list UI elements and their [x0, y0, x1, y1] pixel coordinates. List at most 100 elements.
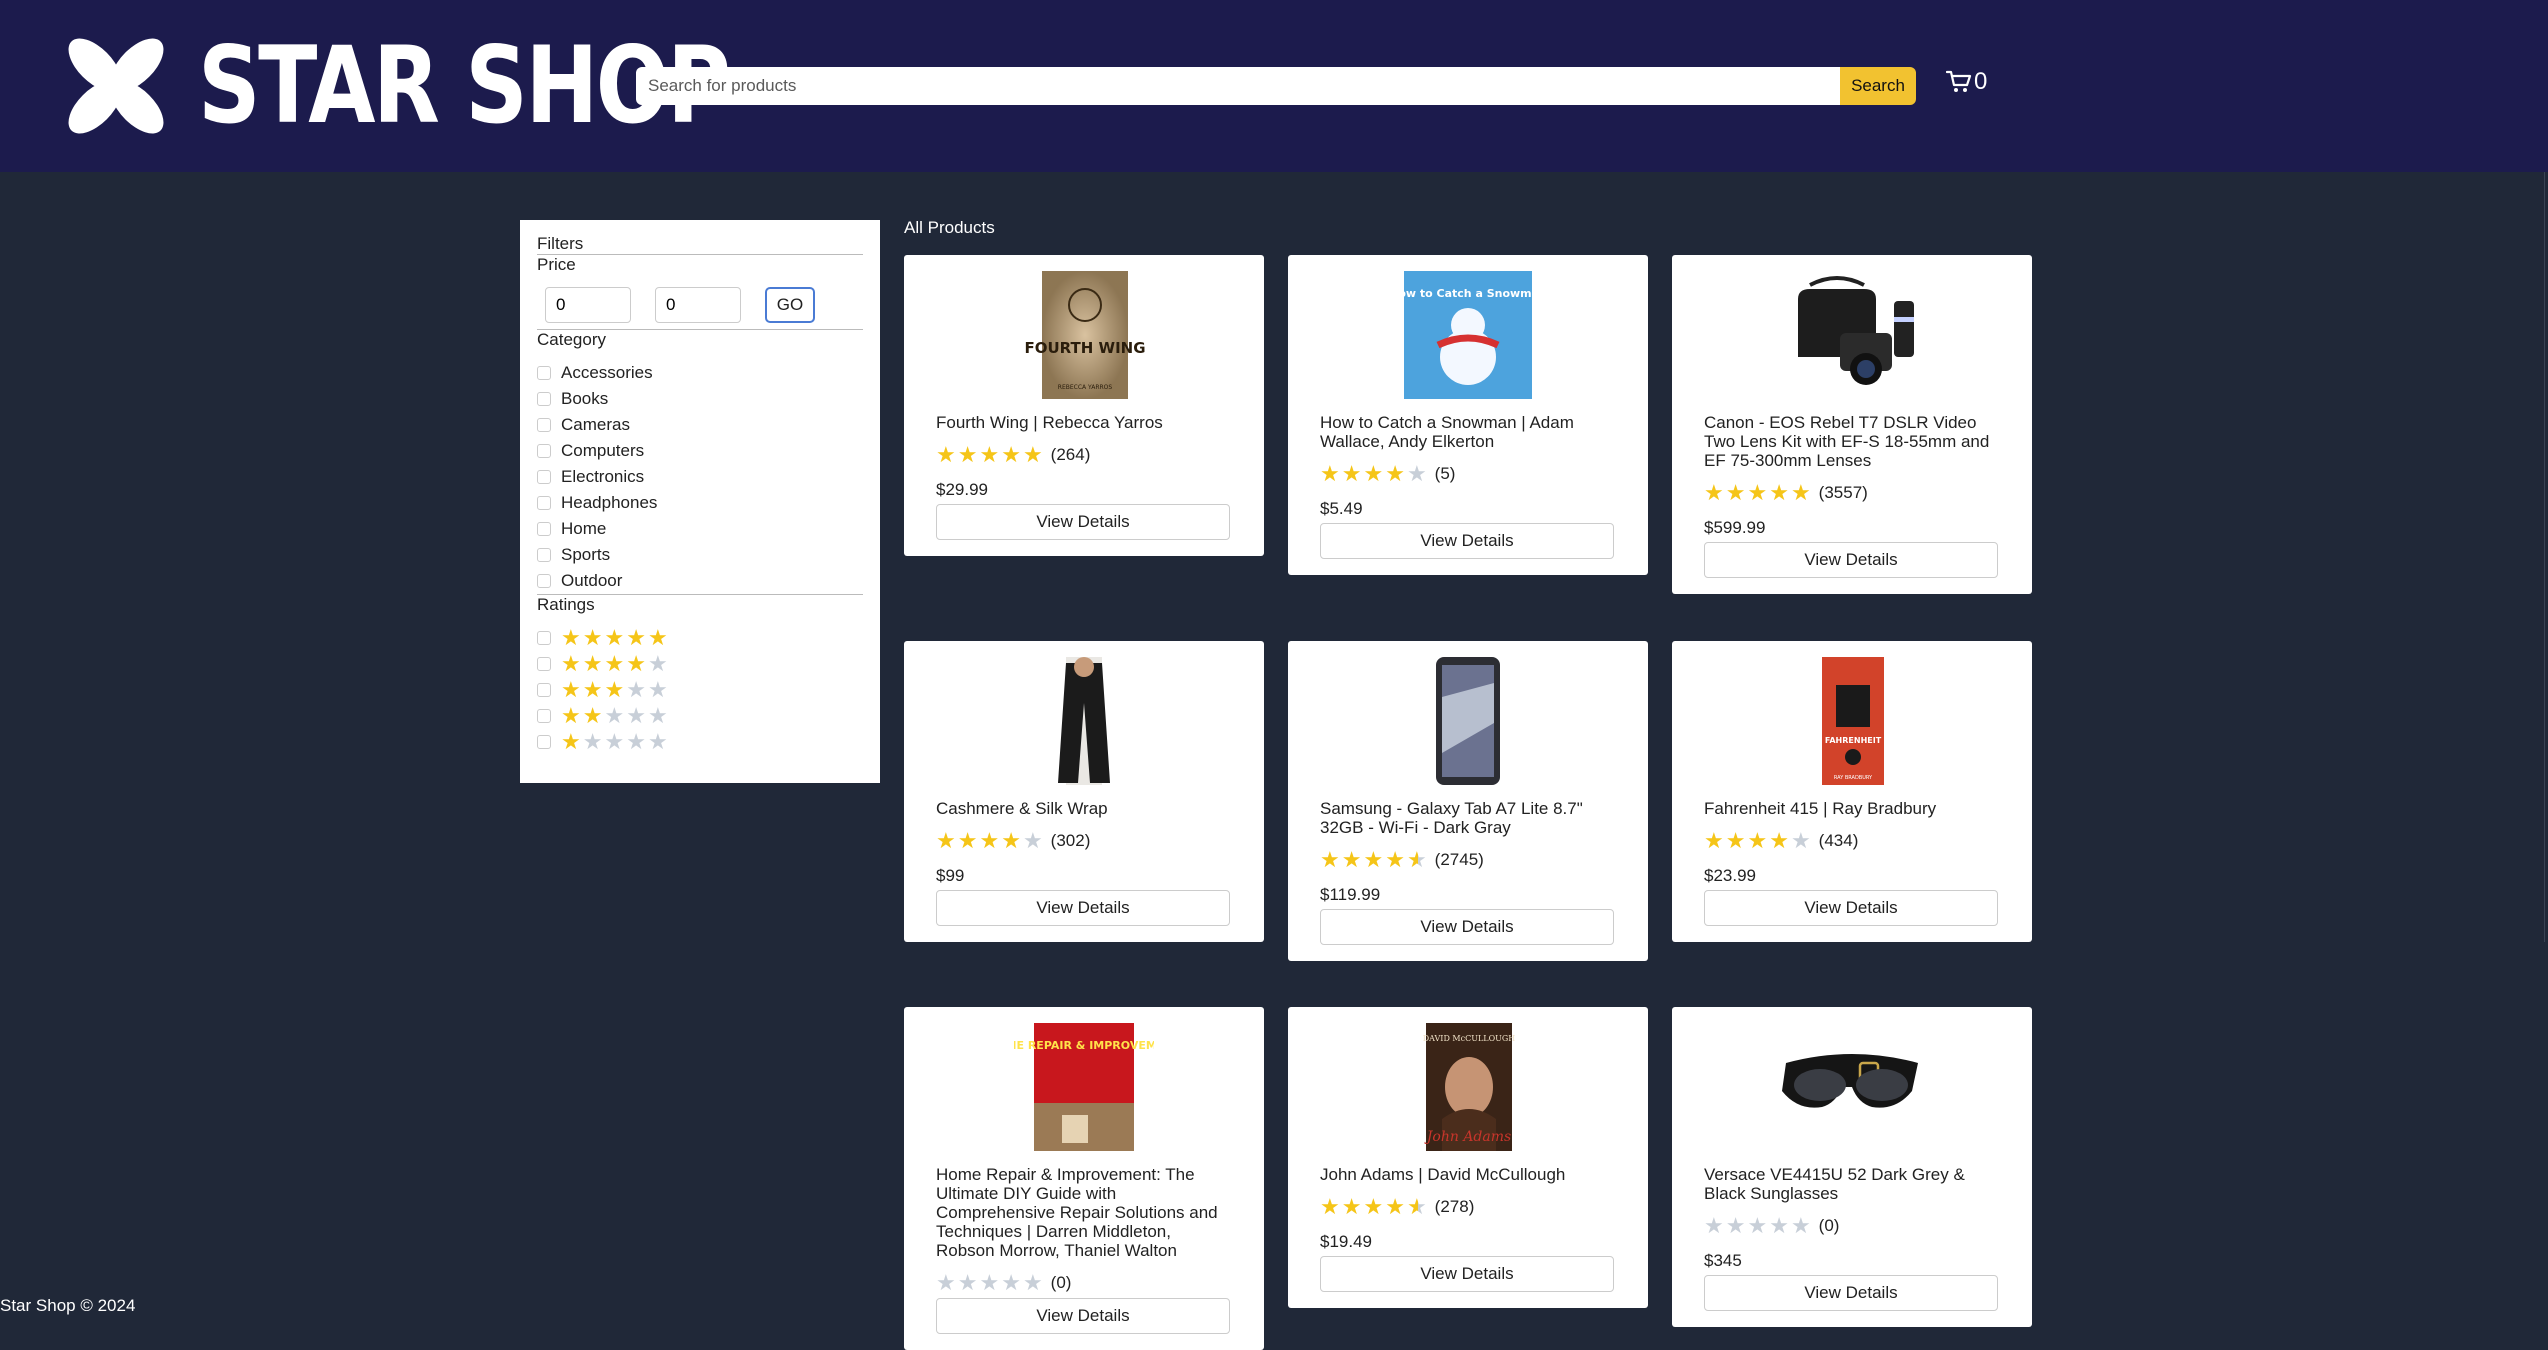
star-filled-icon: ★	[582, 677, 605, 702]
product-image[interactable]	[1782, 1023, 1922, 1151]
star-filled-icon: ★	[1769, 828, 1791, 853]
star-flower-logo-icon	[68, 38, 164, 134]
product-image[interactable]: FOURTH WING REBECCA YARROS	[1014, 271, 1154, 399]
product-name[interactable]: Fahrenheit 415 | Ray Bradbury	[1704, 799, 2000, 818]
product-card[interactable]: Samsung - Galaxy Tab A7 Lite 8.7" 32GB -…	[1288, 641, 1648, 961]
star-filled-icon: ★	[1747, 828, 1770, 853]
star-empty-icon: ★	[1790, 1213, 1813, 1238]
category-label: Category	[537, 330, 606, 349]
category-option[interactable]: Home	[537, 516, 863, 542]
product-rating: ★★★★★ (0)	[1704, 1215, 2000, 1237]
cart-button[interactable]: 0	[1946, 68, 1987, 96]
product-image[interactable]	[1014, 657, 1154, 785]
star-filled-icon: ★	[1001, 442, 1023, 467]
review-count: (278)	[1434, 1197, 1475, 1216]
product-image[interactable]: DAVID McCULLOUGH John Adams	[1398, 1023, 1538, 1151]
rating-option[interactable]: ★★★★★	[537, 677, 863, 703]
product-image[interactable]: HOME REPAIR & IMPROVEMENT	[1014, 1023, 1154, 1151]
checkbox[interactable]	[537, 735, 551, 749]
category-option[interactable]: Cameras	[537, 412, 863, 438]
price-max-input[interactable]	[655, 287, 741, 323]
checkbox[interactable]	[537, 470, 551, 484]
category-option[interactable]: Headphones	[537, 490, 863, 516]
cover-title-text: HOME REPAIR & IMPROVEMENT	[1014, 1039, 1154, 1052]
price-min-input[interactable]	[545, 287, 631, 323]
star-empty-icon: ★	[604, 703, 627, 728]
star-rating: ★★★★★	[561, 705, 670, 727]
checkbox[interactable]	[537, 392, 551, 406]
star-filled-icon: ★	[1341, 847, 1364, 872]
product-name[interactable]: John Adams | David McCullough	[1320, 1165, 1616, 1184]
category-option[interactable]: Electronics	[537, 464, 863, 490]
star-filled-icon: ★	[1341, 1194, 1364, 1219]
product-card[interactable]: Canon - EOS Rebel T7 DSLR Video Two Lens…	[1672, 255, 2032, 594]
product-card[interactable]: FOURTH WING REBECCA YARROS Fourth Wing | R…	[904, 255, 1264, 556]
product-image[interactable]	[1398, 657, 1538, 785]
product-card[interactable]: How to Catch a Snowman How to Catch a Sno…	[1288, 255, 1648, 575]
product-name[interactable]: Canon - EOS Rebel T7 DSLR Video Two Lens…	[1704, 413, 2000, 470]
category-option[interactable]: Computers	[537, 438, 863, 464]
category-option[interactable]: Outdoor	[537, 568, 863, 594]
product-card[interactable]: DAVID McCULLOUGH John Adams John Adams | D…	[1288, 1007, 1648, 1308]
view-details-button[interactable]: View Details	[936, 1298, 1230, 1334]
product-price: $119.99	[1320, 885, 1381, 904]
view-details-button[interactable]: View Details	[1320, 909, 1614, 945]
star-empty-icon: ★	[1022, 1270, 1045, 1295]
view-details-button[interactable]: View Details	[1320, 523, 1614, 559]
rating-option[interactable]: ★★★★★	[537, 729, 863, 755]
product-name[interactable]: Fourth Wing | Rebecca Yarros	[936, 413, 1232, 432]
category-option[interactable]: Sports	[537, 542, 863, 568]
view-details-button[interactable]: View Details	[1320, 1256, 1614, 1292]
star-filled-icon: ★	[1769, 480, 1791, 505]
review-count: (0)	[1818, 1216, 1840, 1235]
review-count: (264)	[1050, 445, 1091, 464]
checkbox[interactable]	[537, 574, 551, 588]
product-card[interactable]: HOME REPAIR & IMPROVEMENT Home Repair & I…	[904, 1007, 1264, 1350]
star-filled-icon: ★	[1341, 461, 1364, 486]
view-details-button[interactable]: View Details	[1704, 890, 1998, 926]
rating-option[interactable]: ★★★★★	[537, 625, 863, 651]
product-name[interactable]: Home Repair & Improvement: The Ultimate …	[936, 1165, 1232, 1260]
star-filled-icon: ★	[1385, 461, 1407, 486]
product-rating: ★★★★★ (5)	[1320, 463, 1616, 485]
rating-option[interactable]: ★★★★★	[537, 703, 863, 729]
product-name[interactable]: How to Catch a Snowman | Adam Wallace, A…	[1320, 413, 1616, 451]
checkbox[interactable]	[537, 683, 551, 697]
view-details-button[interactable]: View Details	[936, 504, 1230, 540]
checkbox[interactable]	[537, 496, 551, 510]
star-filled-icon: ★	[1363, 847, 1386, 872]
view-details-button[interactable]: View Details	[1704, 1275, 1998, 1311]
category-option[interactable]: Accessories	[537, 360, 863, 386]
rating-option[interactable]: ★★★★★	[537, 651, 863, 677]
checkbox[interactable]	[537, 522, 551, 536]
star-filled-icon: ★	[1001, 828, 1023, 853]
category-option[interactable]: Books	[537, 386, 863, 412]
product-image[interactable]: FAHRENHEIT RAY BRADBURY	[1782, 657, 1922, 785]
checkbox[interactable]	[537, 444, 551, 458]
filters-title: Filters	[537, 234, 584, 253]
product-image[interactable]: How to Catch a Snowman	[1398, 271, 1538, 399]
checkbox[interactable]	[537, 418, 551, 432]
product-name[interactable]: Cashmere & Silk Wrap	[936, 799, 1232, 818]
product-card[interactable]: Cashmere & Silk Wrap ★★★★★ (302) $99 View De…	[904, 641, 1264, 942]
star-empty-icon: ★	[1790, 828, 1813, 853]
product-name[interactable]: Samsung - Galaxy Tab A7 Lite 8.7" 32GB -…	[1320, 799, 1616, 837]
view-details-button[interactable]: View Details	[1704, 542, 1998, 578]
checkbox[interactable]	[537, 366, 551, 380]
search-input[interactable]	[636, 67, 1840, 105]
checkbox[interactable]	[537, 657, 551, 671]
checkbox[interactable]	[537, 631, 551, 645]
product-card[interactable]: Versace VE4415U 52 Dark Grey & Black Sun…	[1672, 1007, 2032, 1327]
price-go-button[interactable]: GO	[765, 287, 815, 323]
product-image[interactable]	[1782, 271, 1922, 399]
product-name[interactable]: Versace VE4415U 52 Dark Grey & Black Sun…	[1704, 1165, 2000, 1203]
review-count: (5)	[1434, 464, 1456, 483]
header: STAR SHOP Search 0	[0, 0, 2548, 172]
star-rating: ★★★★★	[1320, 1196, 1429, 1218]
checkbox[interactable]	[537, 548, 551, 562]
search-button[interactable]: Search	[1840, 67, 1916, 105]
product-card[interactable]: FAHRENHEIT RAY BRADBURY Fahrenheit 415 | R…	[1672, 641, 2032, 942]
view-details-button[interactable]: View Details	[936, 890, 1230, 926]
star-filled-icon: ★	[604, 625, 627, 650]
checkbox[interactable]	[537, 709, 551, 723]
